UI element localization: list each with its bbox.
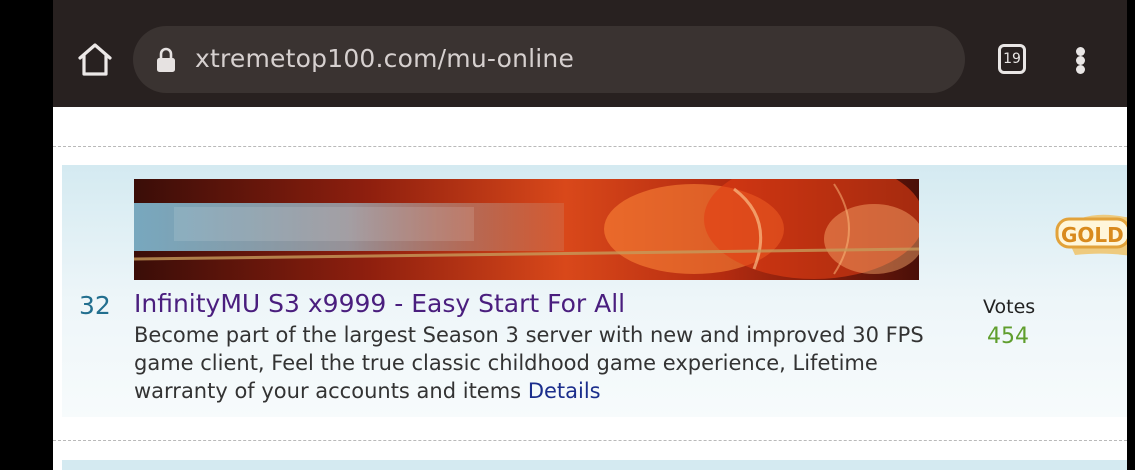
divider	[53, 440, 1127, 441]
server-title-link[interactable]: InfinityMU S3 x9999 - Easy Start For All	[134, 289, 625, 319]
tab-switcher-button[interactable]: 19	[998, 44, 1026, 74]
votes-count: 454	[987, 324, 1029, 349]
lock-icon	[157, 47, 175, 72]
server-listing: 32 InfinityMU S3 x9999 - Easy Start For …	[62, 165, 1127, 417]
url-text: xtremetop100.com/mu-online	[195, 44, 575, 73]
banner-image	[134, 179, 919, 280]
home-icon	[78, 43, 112, 76]
votes-label: Votes	[983, 296, 1036, 318]
menu-dot-icon	[1076, 56, 1085, 65]
details-link[interactable]: Details	[528, 379, 601, 403]
screen-edge-left	[0, 0, 53, 470]
menu-dot-icon	[1076, 65, 1085, 74]
server-banner[interactable]	[134, 179, 919, 280]
menu-dot-icon	[1076, 47, 1085, 56]
overflow-menu-button[interactable]	[1069, 44, 1093, 76]
browser-toolbar: xtremetop100.com/mu-online 19	[53, 0, 1127, 107]
home-button[interactable]	[75, 40, 115, 80]
rank-number: 32	[79, 291, 111, 320]
address-bar[interactable]: xtremetop100.com/mu-online	[133, 26, 965, 93]
badge-text: GOLD	[1061, 223, 1124, 247]
next-listing	[62, 460, 1127, 470]
gold-badge: GOLD	[1055, 189, 1127, 279]
screen-edge-right	[1127, 0, 1135, 470]
server-description: Become part of the largest Season 3 serv…	[134, 321, 954, 405]
gold-badge-icon: GOLD	[1055, 214, 1127, 256]
web-page: 32 InfinityMU S3 x9999 - Easy Start For …	[53, 107, 1127, 470]
tab-count: 19	[1003, 51, 1021, 67]
divider	[53, 146, 1127, 147]
